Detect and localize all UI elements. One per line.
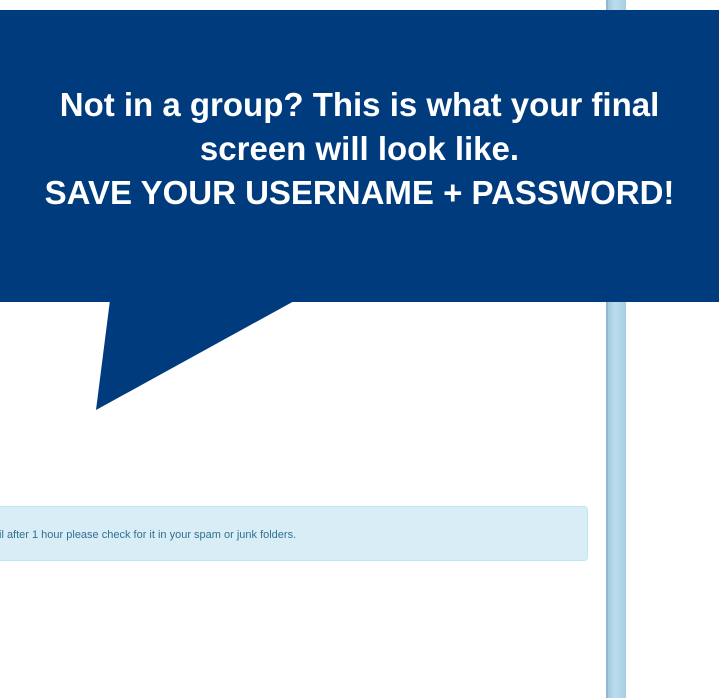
callout-message: Not in a group? This is what your final … (0, 83, 719, 215)
info-alert-text: il after 1 hour please check for it in y… (0, 529, 297, 541)
info-alert: il after 1 hour please check for it in y… (0, 506, 588, 561)
callout-line-1: Not in a group? This is what your final (59, 86, 660, 123)
callout-line-3: SAVE YOUR USERNAME + PASSWORD! (44, 174, 675, 211)
callout-line-2: screen will look like. (199, 130, 520, 167)
